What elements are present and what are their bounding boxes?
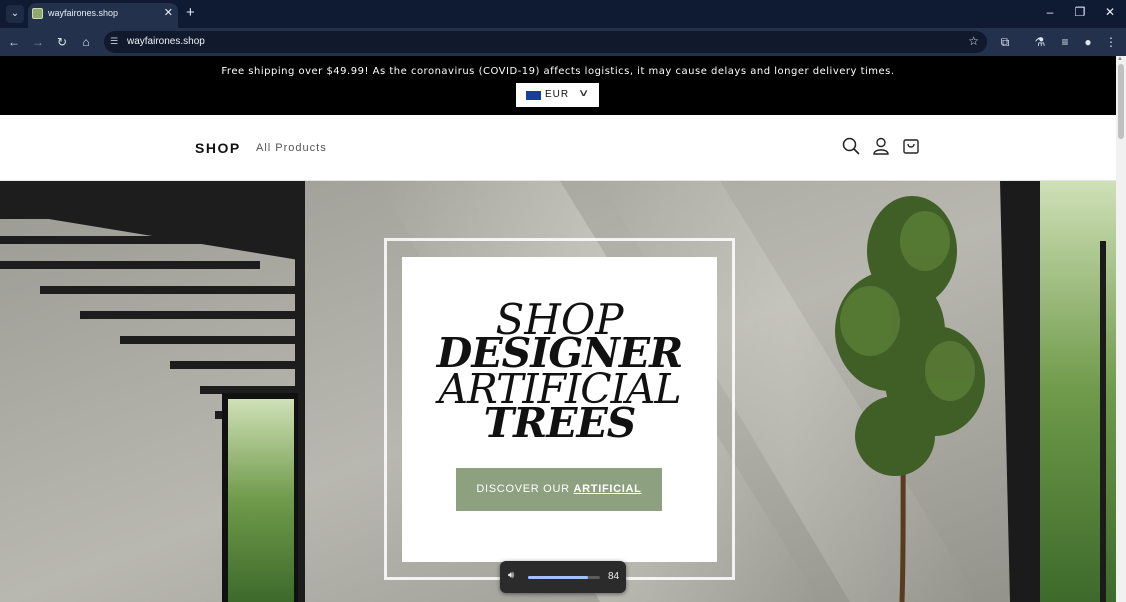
browser-tab[interactable]: wayfairones.shop ✕: [28, 3, 178, 28]
store-logo[interactable]: SHOP: [195, 140, 241, 156]
tab-search-icon[interactable]: ⌄: [6, 5, 24, 23]
close-tab-icon[interactable]: ✕: [164, 6, 173, 19]
reload-icon[interactable]: ↻: [54, 34, 70, 50]
volume-slider[interactable]: [528, 576, 600, 579]
volume-value: 84: [608, 571, 620, 582]
close-window-icon[interactable]: ✕: [1100, 5, 1120, 19]
home-icon[interactable]: ⌂: [78, 34, 94, 50]
forward-icon[interactable]: →: [30, 34, 46, 50]
scroll-thumb[interactable]: [1118, 64, 1124, 139]
site-favicon-icon: [32, 8, 43, 19]
speaker-icon: 🔊︎: [508, 570, 515, 581]
restore-icon[interactable]: ❐: [1070, 5, 1090, 19]
cta-prefix: DISCOVER OUR: [476, 483, 574, 495]
browser-toolbar: ← → ↻ ⌂ ☰ wayfairones.shop ☆ ⧉ ⚗ ≡ ● ⋮: [0, 28, 1126, 56]
page-scrollbar[interactable]: ▲: [1116, 56, 1126, 602]
hero-card: SHOP DESIGNER ARTIFICIAL TREES DISCOVER …: [402, 257, 717, 562]
media-controls-icon[interactable]: ≡: [1057, 34, 1073, 50]
announcement-bar: Free shipping over $49.99! As the corona…: [0, 56, 1116, 115]
labs-icon[interactable]: ⚗: [1032, 34, 1048, 50]
cart-icon[interactable]: [902, 137, 920, 155]
back-icon[interactable]: ←: [6, 34, 22, 50]
site-header: SHOP All Products: [0, 115, 1116, 181]
tab-title: wayfairones.shop: [48, 8, 119, 18]
volume-overlay: 🔊︎ 84: [500, 561, 626, 593]
chevron-down-icon: ∨: [577, 88, 590, 99]
new-tab-icon[interactable]: +: [186, 4, 195, 22]
bookmark-star-icon[interactable]: ☆: [968, 34, 979, 48]
menu-kebab-icon[interactable]: ⋮: [1103, 34, 1119, 50]
eu-flag-icon: [526, 91, 541, 100]
profile-icon[interactable]: ●: [1080, 34, 1096, 50]
page-viewport: Free shipping over $49.99! As the corona…: [0, 56, 1116, 602]
account-icon[interactable]: [872, 137, 890, 155]
url-text[interactable]: wayfairones.shop: [127, 36, 205, 47]
currency-selector[interactable]: EUR ∨: [516, 83, 599, 107]
nav-all-products[interactable]: All Products: [256, 142, 327, 154]
discover-artificial-trees-button[interactable]: DISCOVER OUR ARTIFICIAL TREES: [456, 468, 662, 538]
announcement-text: Free shipping over $49.99! As the corona…: [221, 66, 895, 77]
scroll-up-arrow-icon[interactable]: ▲: [1117, 56, 1123, 62]
hero-line-4: TREES: [483, 399, 637, 447]
tab-strip: ⌄ wayfairones.shop ✕ + – ❐ ✕: [0, 0, 1126, 28]
currency-code: EUR: [545, 89, 570, 100]
address-bar[interactable]: ☰ wayfairones.shop ☆: [104, 31, 987, 53]
site-info-icon[interactable]: ☰: [110, 36, 122, 48]
search-icon[interactable]: [842, 137, 860, 155]
extensions-icon[interactable]: ⧉: [997, 34, 1013, 50]
minimize-icon[interactable]: –: [1040, 5, 1060, 19]
volume-level-fill: [528, 576, 589, 579]
